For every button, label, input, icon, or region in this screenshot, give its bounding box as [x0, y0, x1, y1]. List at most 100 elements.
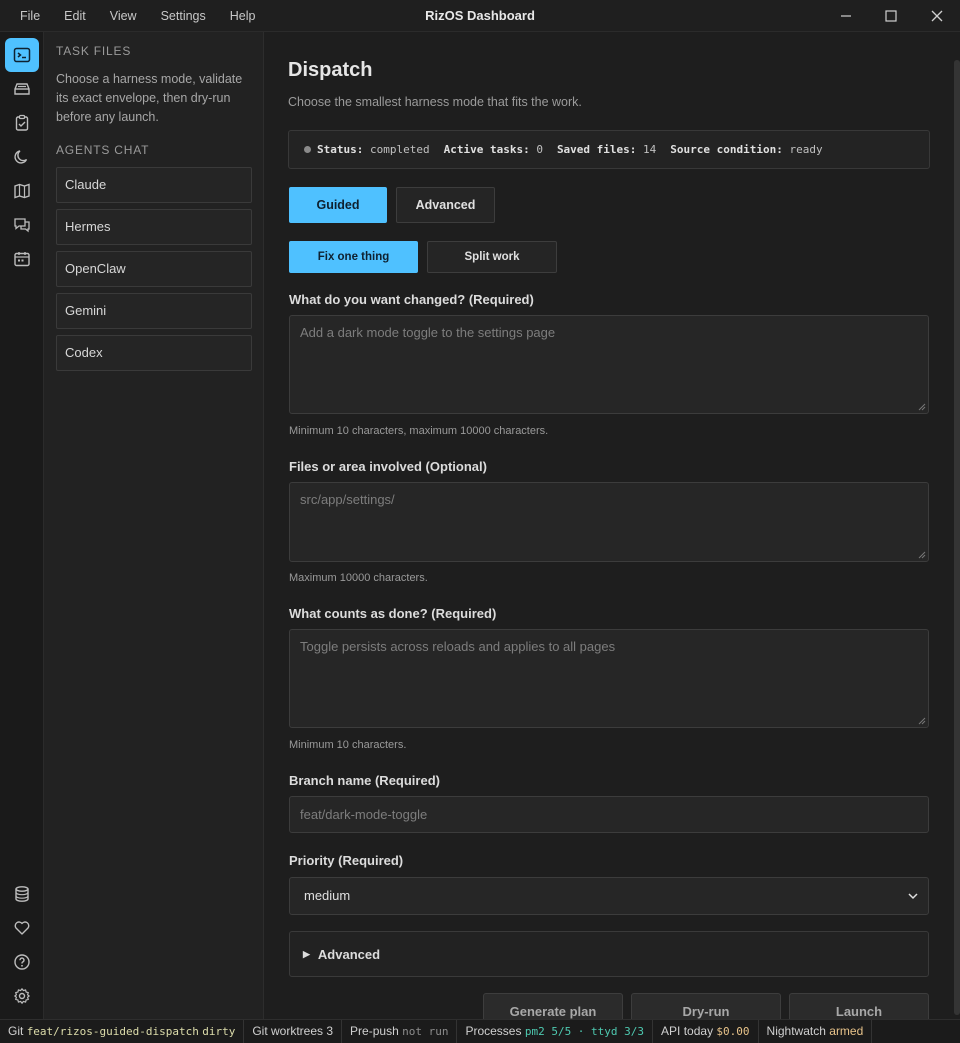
- files-placeholder: src/app/settings/: [300, 492, 395, 507]
- active-tasks-label: Active tasks:: [443, 143, 530, 156]
- nightwatch-value: armed: [829, 1023, 864, 1038]
- processes-value: pm2 5/5 · ttyd 3/3: [524, 1024, 645, 1038]
- agents-chat-heading: AGENTS CHAT: [56, 143, 150, 157]
- help-icon: [14, 954, 30, 970]
- map-icon: [14, 183, 30, 199]
- agent-codex[interactable]: Codex: [56, 335, 252, 371]
- resize-grip-icon[interactable]: [918, 717, 926, 725]
- main-scrollbar[interactable]: [954, 60, 960, 1015]
- close-button[interactable]: [914, 0, 960, 32]
- page-title: Dispatch: [288, 59, 373, 81]
- done-hint: Minimum 10 characters.: [289, 739, 407, 751]
- app-window: File Edit View Settings Help RizOS Dashb…: [0, 0, 960, 1043]
- tab-advanced[interactable]: Advanced: [396, 187, 495, 223]
- gear-icon: [14, 988, 30, 1004]
- change-label: What do you want changed? (Required): [289, 292, 534, 307]
- agent-hermes[interactable]: Hermes: [56, 209, 252, 245]
- menu-settings[interactable]: Settings: [149, 0, 218, 32]
- activity-bar: [0, 32, 44, 1019]
- dry-run-button[interactable]: Dry-run: [631, 993, 781, 1019]
- tab-split-work[interactable]: Split work: [427, 241, 557, 273]
- api-value: $0.00: [716, 1024, 750, 1038]
- priority-label: Priority (Required): [289, 853, 404, 868]
- task-files-heading: TASK FILES: [56, 44, 132, 58]
- nightwatch-label: Nightwatch: [766, 1023, 826, 1038]
- terminal-icon: [13, 47, 31, 63]
- api-cost-status[interactable]: API today $0.00: [653, 1020, 759, 1043]
- branch-placeholder: feat/dark-mode-toggle: [300, 807, 428, 822]
- saved-files-label: Saved files:: [556, 143, 637, 156]
- api-label: API today: [661, 1023, 714, 1038]
- source-condition-value: ready: [789, 143, 823, 156]
- files-label: Files or area involved (Optional): [289, 459, 487, 474]
- branch-input[interactable]: feat/dark-mode-toggle: [289, 796, 929, 833]
- advanced-disclosure-label: Advanced: [317, 946, 381, 962]
- status-value: completed: [369, 143, 430, 156]
- activity-layers[interactable]: [5, 72, 39, 106]
- priority-value: medium: [304, 888, 351, 903]
- resize-grip-icon[interactable]: [918, 551, 926, 559]
- agent-gemini[interactable]: Gemini: [56, 293, 252, 329]
- activity-settings[interactable]: [5, 979, 39, 1013]
- tab-guided[interactable]: Guided: [289, 187, 387, 223]
- tab-fix-one-thing[interactable]: Fix one thing: [289, 241, 418, 273]
- processes-status[interactable]: Processes pm2 5/5 · ttyd 3/3: [457, 1020, 654, 1043]
- calendar-icon: [14, 252, 30, 267]
- pre-push-label: Pre-push: [350, 1023, 399, 1038]
- chat-icon: [14, 218, 30, 233]
- dispatch-status: Status: completed Active tasks: 0 Saved …: [288, 130, 930, 169]
- menu-bar: File Edit View Settings Help: [8, 0, 267, 32]
- launch-button[interactable]: Launch: [789, 993, 929, 1019]
- files-hint: Maximum 10000 characters.: [289, 572, 428, 584]
- agent-claude[interactable]: Claude: [56, 167, 252, 203]
- status-label: Status:: [317, 143, 364, 156]
- activity-database[interactable]: [5, 877, 39, 911]
- branch-label: Branch name (Required): [289, 773, 440, 788]
- change-placeholder: Add a dark mode toggle to the settings p…: [300, 325, 556, 340]
- git-status[interactable]: Git feat/rizos-guided-dispatch dirty: [0, 1020, 245, 1043]
- change-hint: Minimum 10 characters, maximum 10000 cha…: [289, 425, 549, 437]
- resize-grip-icon[interactable]: [918, 403, 926, 411]
- moon-icon: [14, 150, 28, 164]
- git-label: Git: [8, 1023, 24, 1038]
- priority-select[interactable]: medium: [289, 877, 929, 915]
- change-textarea[interactable]: Add a dark mode toggle to the settings p…: [289, 315, 929, 414]
- task-files-description: Choose a harness mode, validate its exac…: [56, 72, 243, 124]
- page-subtitle: Choose the smallest harness mode that fi…: [288, 95, 582, 109]
- menu-view[interactable]: View: [98, 0, 149, 32]
- pre-push-status[interactable]: Pre-push not run: [342, 1020, 458, 1043]
- git-state: dirty: [202, 1024, 236, 1038]
- activity-help[interactable]: [5, 945, 39, 979]
- clipboard-check-icon: [15, 114, 29, 131]
- menu-help[interactable]: Help: [218, 0, 268, 32]
- scrollbar-thumb[interactable]: [954, 60, 960, 1015]
- active-tasks-value: 0: [536, 143, 543, 156]
- minimize-button[interactable]: [823, 0, 869, 32]
- menu-edit[interactable]: Edit: [52, 0, 98, 32]
- activity-terminal[interactable]: [5, 38, 39, 72]
- agent-openclaw[interactable]: OpenClaw: [56, 251, 252, 287]
- layers-icon: [14, 83, 30, 95]
- status-dot: [304, 146, 311, 153]
- database-icon: [15, 886, 29, 902]
- activity-heart[interactable]: [5, 911, 39, 945]
- pre-push-value: not run: [402, 1024, 449, 1038]
- activity-map[interactable]: [5, 174, 39, 208]
- activity-chat[interactable]: [5, 208, 39, 242]
- status-bar: Git feat/rizos-guided-dispatch dirty Git…: [0, 1019, 960, 1043]
- nightwatch-status[interactable]: Nightwatch armed: [759, 1020, 873, 1043]
- git-worktrees[interactable]: Git worktrees 3: [244, 1020, 343, 1043]
- menu-file[interactable]: File: [8, 0, 52, 32]
- done-label: What counts as done? (Required): [289, 606, 497, 621]
- done-placeholder: Toggle persists across reloads and appli…: [300, 639, 616, 654]
- advanced-disclosure[interactable]: ▶ Advanced: [289, 931, 929, 977]
- maximize-button[interactable]: [868, 0, 914, 32]
- generate-plan-button[interactable]: Generate plan: [483, 993, 623, 1019]
- close-icon: [931, 10, 943, 22]
- title-bar: File Edit View Settings Help RizOS Dashb…: [0, 0, 960, 32]
- activity-calendar[interactable]: [5, 242, 39, 276]
- done-textarea[interactable]: Toggle persists across reloads and appli…: [289, 629, 929, 728]
- activity-clipboard[interactable]: [5, 106, 39, 140]
- activity-moon[interactable]: [5, 140, 39, 174]
- files-textarea[interactable]: src/app/settings/: [289, 482, 929, 562]
